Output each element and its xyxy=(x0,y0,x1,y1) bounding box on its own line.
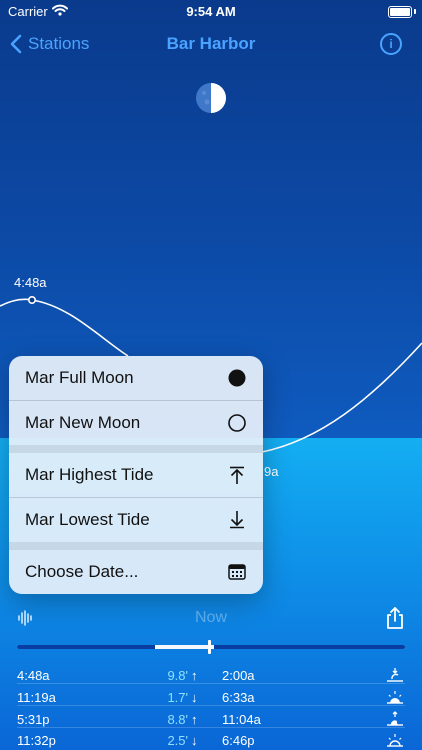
tide-time: 5:31p xyxy=(17,712,50,727)
menu-section-gap xyxy=(9,542,263,550)
timeline-slider-past xyxy=(17,645,155,649)
tide-curve-right xyxy=(261,342,422,453)
row-divider xyxy=(17,727,405,728)
tide-time: 11:19a xyxy=(17,690,56,705)
row-divider xyxy=(17,705,405,706)
tide-time: 4:48a xyxy=(17,668,50,683)
tide-time: 11:32p xyxy=(17,733,56,748)
tide-direction-icon: ↓ xyxy=(191,733,198,748)
sun-moon-time: 2:00a xyxy=(222,668,255,683)
high-tide-label: 4:48a xyxy=(14,275,47,290)
moonset-icon xyxy=(387,668,403,682)
date-context-menu: Mar Full Moon Mar New Moon Mar Highest T… xyxy=(9,356,263,594)
timeline-slider-future xyxy=(214,645,405,649)
menu-item-highest-tide[interactable]: Mar Highest Tide xyxy=(9,453,263,497)
empty-circle-icon xyxy=(228,414,246,432)
sunset-icon xyxy=(387,734,403,747)
arrow-down-to-line-icon xyxy=(230,511,244,529)
tide-direction-icon: ↑ xyxy=(191,668,198,683)
menu-item-label: Mar Highest Tide xyxy=(25,465,154,484)
calendar-icon xyxy=(228,564,246,580)
arrow-up-to-line-icon xyxy=(230,466,244,484)
menu-item-new-moon[interactable]: Mar New Moon xyxy=(9,401,263,445)
menu-item-label: Mar Lowest Tide xyxy=(25,510,150,529)
menu-item-full-moon[interactable]: Mar Full Moon xyxy=(9,356,263,400)
menu-item-label: Mar Full Moon xyxy=(25,368,134,387)
now-button[interactable]: Now xyxy=(0,609,422,627)
share-icon[interactable] xyxy=(384,606,406,630)
menu-item-lowest-tide[interactable]: Mar Lowest Tide xyxy=(9,498,263,542)
tide-height: 1.7' xyxy=(167,690,188,705)
menu-section-gap xyxy=(9,445,263,453)
row-divider xyxy=(17,683,405,684)
timeline-slider-thumb[interactable] xyxy=(208,640,211,654)
moonrise-icon xyxy=(387,711,403,726)
filled-circle-icon xyxy=(228,369,246,387)
tide-height: 9.8' xyxy=(167,668,188,683)
high-tide-marker xyxy=(27,295,36,304)
sun-moon-time: 6:46p xyxy=(222,733,255,748)
sun-moon-time: 11:04a xyxy=(222,712,261,727)
menu-item-choose-date[interactable]: Choose Date... xyxy=(9,550,263,594)
tide-direction-icon: ↑ xyxy=(191,712,198,727)
menu-item-label: Choose Date... xyxy=(25,562,139,581)
tide-curve xyxy=(0,298,129,357)
low-tide-label: 9a xyxy=(264,464,279,479)
tide-height: 2.5' xyxy=(167,733,188,748)
tide-height: 8.8' xyxy=(167,712,188,727)
sun-moon-time: 6:33a xyxy=(222,690,255,705)
sunrise-icon xyxy=(387,691,403,704)
menu-item-label: Mar New Moon xyxy=(25,413,141,432)
tide-direction-icon: ↓ xyxy=(191,690,198,705)
